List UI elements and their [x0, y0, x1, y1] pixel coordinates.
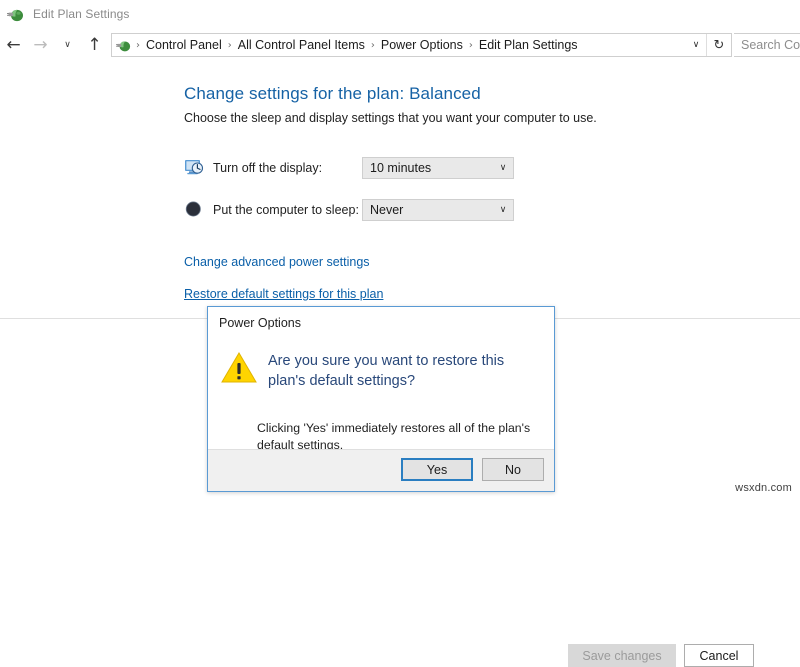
- forward-arrow-icon: →: [33, 34, 48, 55]
- dialog-yes-button[interactable]: Yes: [401, 458, 473, 481]
- content-pane: Change settings for the plan: Balanced C…: [0, 62, 800, 318]
- save-changes-button[interactable]: Save changes: [568, 644, 676, 667]
- page-title: Change settings for the plan: Balanced: [184, 84, 481, 103]
- up-arrow-icon: ↑: [87, 34, 102, 55]
- address-dropdown-icon[interactable]: ∨: [686, 40, 706, 50]
- chevron-down-icon: ∨: [499, 205, 507, 215]
- chevron-down-icon: ∨: [64, 40, 71, 50]
- breadcrumb-separator-2: ›: [370, 39, 375, 51]
- combobox-put-computer-to-sleep[interactable]: Never ∨: [362, 199, 514, 221]
- display-clock-icon: [184, 158, 206, 178]
- chevron-down-icon: ∨: [499, 163, 507, 173]
- breadcrumb-item-power-options[interactable]: Power Options: [378, 38, 466, 52]
- window-titlebar: Edit Plan Settings: [0, 0, 800, 28]
- address-bar[interactable]: › Control Panel › All Control Panel Item…: [111, 33, 732, 57]
- back-arrow-icon: ←: [6, 34, 21, 55]
- setting-label-put-computer-to-sleep: Put the computer to sleep:: [213, 203, 359, 217]
- watermark: wsxdn.com: [735, 482, 792, 494]
- setting-row-turn-off-display: Turn off the display:: [184, 156, 322, 180]
- combobox-turn-off-display[interactable]: 10 minutes ∨: [362, 157, 514, 179]
- breadcrumb-item-all-control-panel-items[interactable]: All Control Panel Items: [235, 38, 368, 52]
- setting-row-put-computer-to-sleep: Put the computer to sleep:: [184, 198, 359, 222]
- back-button[interactable]: ←: [0, 31, 27, 59]
- window-title: Edit Plan Settings: [33, 7, 130, 21]
- cancel-button[interactable]: Cancel: [684, 644, 754, 667]
- breadcrumb-power-plug-icon[interactable]: [116, 38, 131, 53]
- search-placeholder: Search Cor: [741, 38, 800, 52]
- navigation-bar: ← → ∨ ↑ › Control Panel › All Control Pa…: [0, 28, 800, 62]
- setting-label-turn-off-display: Turn off the display:: [213, 161, 323, 175]
- breadcrumb-separator-1: ›: [227, 39, 232, 51]
- breadcrumb: › Control Panel › All Control Panel Item…: [112, 38, 686, 53]
- link-change-advanced-power-settings[interactable]: Change advanced power settings: [184, 255, 370, 269]
- forward-button[interactable]: →: [27, 31, 54, 59]
- dialog-message: Are you sure you want to restore this pl…: [268, 353, 505, 389]
- warning-triangle-icon: [221, 351, 257, 384]
- breadcrumb-separator-3: ›: [468, 39, 473, 51]
- breadcrumb-item-edit-plan-settings[interactable]: Edit Plan Settings: [476, 38, 581, 52]
- refresh-icon[interactable]: ↻: [706, 34, 731, 56]
- breadcrumb-item-control-panel[interactable]: Control Panel: [143, 38, 225, 52]
- dialog-footer: Yes No: [208, 449, 554, 491]
- power-plug-icon: [7, 6, 24, 23]
- dialog-body: Are you sure you want to restore this pl…: [208, 337, 554, 452]
- dialog-no-button[interactable]: No: [482, 458, 544, 481]
- moon-sleep-icon: [184, 200, 206, 220]
- up-one-level-button[interactable]: ↑: [81, 31, 108, 59]
- page-subtitle: Choose the sleep and display settings th…: [184, 111, 597, 125]
- dialog-title: Power Options: [219, 316, 301, 330]
- combobox-value-turn-off-display: 10 minutes: [370, 161, 432, 175]
- power-options-dialog: Power Options Are you sure you want to r…: [207, 306, 555, 492]
- recent-locations-button[interactable]: ∨: [54, 31, 81, 59]
- breadcrumb-separator-0: ›: [136, 39, 140, 51]
- search-input[interactable]: Search Cor: [734, 33, 800, 57]
- combobox-value-put-computer-to-sleep: Never: [370, 203, 404, 217]
- link-restore-default-settings[interactable]: Restore default settings for this plan: [184, 287, 383, 301]
